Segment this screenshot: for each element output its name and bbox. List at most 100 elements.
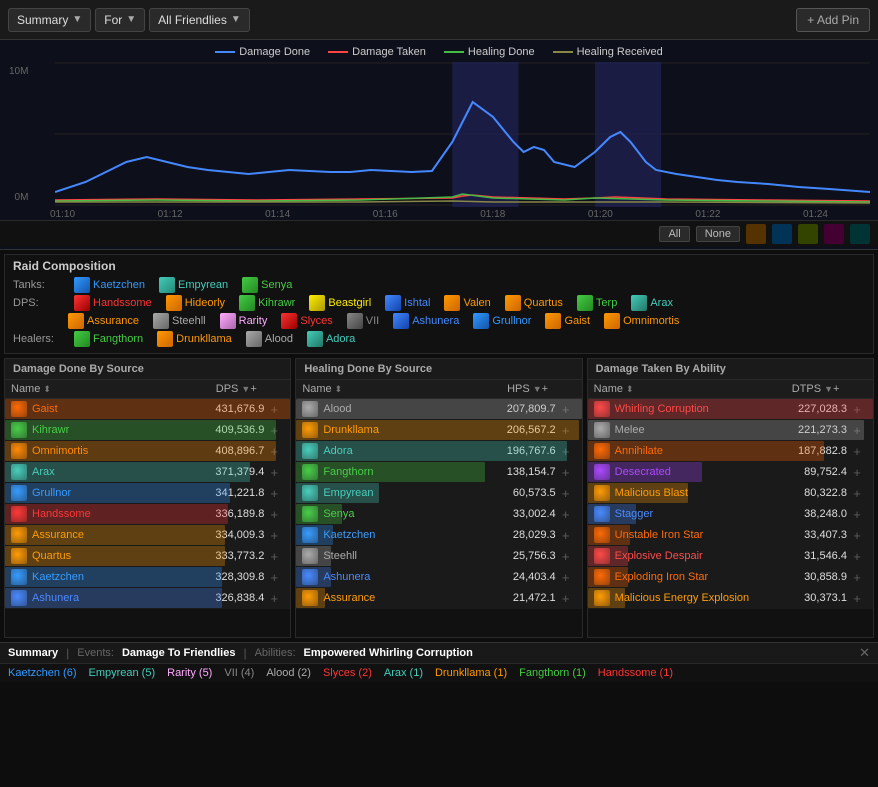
raid-player-beastgirl[interactable]: Beastgirl [309, 295, 371, 311]
filter-icon-4[interactable] [824, 224, 844, 244]
table-row[interactable]: Ashunera24,403.4+ [296, 567, 581, 588]
raid-player-quartus[interactable]: Quartus [505, 295, 563, 311]
damage-done-col-dps[interactable]: DPS ▼ [170, 383, 250, 395]
gaist-icon [545, 313, 561, 329]
table-row[interactable]: Kaetzchen28,029.3+ [296, 525, 581, 546]
raid-player-ashunera[interactable]: Ashunera [393, 313, 459, 329]
filter-all-button[interactable]: All [659, 226, 689, 242]
raid-player-vii[interactable]: VII [347, 313, 379, 329]
raid-player-arax[interactable]: Arax [631, 295, 673, 311]
table-row[interactable]: Kihrawr409,536.9+ [5, 420, 290, 441]
table-row[interactable]: Kaetzchen328,309.8+ [5, 567, 290, 588]
table-row[interactable]: Empyrean60,573.5+ [296, 483, 581, 504]
table-row[interactable]: Quartus333,773.2+ [5, 546, 290, 567]
healing-done-col-hps[interactable]: HPS ▼ [462, 383, 542, 395]
table-row[interactable]: Unstable Iron Star33,407.3+ [588, 525, 873, 546]
table-row[interactable]: Omnimortis408,896.7+ [5, 441, 290, 462]
table-row[interactable]: Annihilate187,882.8+ [588, 441, 873, 462]
raid-player-omnimortis[interactable]: Omnimortis [604, 313, 679, 329]
table-row[interactable]: Fangthorn138,154.7+ [296, 462, 581, 483]
raid-player-slyces[interactable]: Slyces [281, 313, 332, 329]
raid-player-assurance[interactable]: Assurance [68, 313, 139, 329]
table-row[interactable]: Stagger38,248.0+ [588, 504, 873, 525]
bottom-player[interactable]: Fangthorn (1) [519, 667, 586, 679]
row-bar-fill [588, 462, 702, 482]
table-row[interactable]: Melee221,273.3+ [588, 420, 873, 441]
bottom-player[interactable]: Arax (1) [384, 667, 423, 679]
raid-player-grullnor[interactable]: Grullnor [473, 313, 531, 329]
damage-taken-col-dtps[interactable]: DTPS ▼ [753, 383, 833, 395]
ashunera-icon [393, 313, 409, 329]
table-row[interactable]: Grullnor341,221.8+ [5, 483, 290, 504]
bottom-tab-abilities-val[interactable]: Empowered Whirling Corruption [304, 647, 473, 659]
filter-icon-2[interactable] [772, 224, 792, 244]
friendlies-dropdown[interactable]: All Friendlies ▼ [149, 8, 250, 32]
table-row[interactable]: Steehll25,756.3+ [296, 546, 581, 567]
bottom-tab-summary[interactable]: Summary [8, 647, 58, 659]
bottom-player[interactable]: Handssome (1) [598, 667, 673, 679]
bottom-tab-events-val[interactable]: Damage To Friendlies [122, 647, 236, 659]
raid-player-senya[interactable]: Senya [242, 277, 292, 293]
filter-icon-5[interactable] [850, 224, 870, 244]
raid-player-valen[interactable]: Valen [444, 295, 490, 311]
table-row[interactable]: Ashunera326,838.4+ [5, 588, 290, 609]
damage-done-col-name[interactable]: Name ⬍ [11, 383, 170, 395]
for-dropdown[interactable]: For ▼ [95, 8, 145, 32]
table-row[interactable]: Alood207,809.7+ [296, 399, 581, 420]
raid-player-steehll[interactable]: Steehll [153, 313, 206, 329]
legend-healing-received-label: Healing Received [577, 46, 663, 58]
raid-player-adora[interactable]: Adora [307, 331, 355, 347]
table-row[interactable]: Drunkllama206,567.2+ [296, 420, 581, 441]
bottom-player[interactable]: Drunkllama (1) [435, 667, 507, 679]
damage-taken-scroll [853, 383, 867, 395]
kihrawr-name: Kihrawr [258, 297, 295, 309]
damage-taken-col-name[interactable]: Name ⬍ [594, 383, 753, 395]
table-row[interactable]: Whirling Corruption227,028.3+ [588, 399, 873, 420]
table-row[interactable]: Assurance334,009.3+ [5, 525, 290, 546]
table-row[interactable]: Malicious Energy Explosion30,373.1+ [588, 588, 873, 609]
filter-icon-1[interactable] [746, 224, 766, 244]
table-row[interactable]: Explosive Despair31,546.4+ [588, 546, 873, 567]
raid-player-alood[interactable]: Alood [246, 331, 293, 347]
raid-player-empyrean[interactable]: Empyrean [159, 277, 228, 293]
bottom-player[interactable]: Kaetzchen (6) [8, 667, 76, 679]
bottom-close-button[interactable]: ✕ [859, 645, 870, 661]
raid-player-kaetzchen[interactable]: Kaetzchen [74, 277, 145, 293]
bottom-player[interactable]: Rarity (5) [167, 667, 212, 679]
raid-player-handssome[interactable]: Handssome [74, 295, 152, 311]
table-row[interactable]: Senya33,002.4+ [296, 504, 581, 525]
healing-done-col-name[interactable]: Name ⬍ [302, 383, 461, 395]
table-row[interactable]: Malicious Blast80,322.8+ [588, 483, 873, 504]
healing-done-body[interactable]: Alood207,809.7+Drunkllama206,567.2+Adora… [296, 399, 581, 637]
bottom-player[interactable]: Slyces (2) [323, 667, 372, 679]
raid-player-gaist[interactable]: Gaist [545, 313, 590, 329]
summary-dropdown[interactable]: Summary ▼ [8, 8, 91, 32]
table-row[interactable]: Handssome336,189.8+ [5, 504, 290, 525]
damage-done-body[interactable]: Gaist431,676.9+Kihrawr409,536.9+Omnimort… [5, 399, 290, 637]
filter-none-button[interactable]: None [696, 226, 740, 242]
raid-player-kihrawr[interactable]: Kihrawr [239, 295, 295, 311]
damage-taken-body[interactable]: Whirling Corruption227,028.3+Melee221,27… [588, 399, 873, 637]
bottom-player[interactable]: Alood (2) [266, 667, 311, 679]
table-row[interactable]: Gaist431,676.9+ [5, 399, 290, 420]
raid-player-hideorly[interactable]: Hideorly [166, 295, 225, 311]
table-row[interactable]: Adora196,767.6+ [296, 441, 581, 462]
table-row[interactable]: Assurance21,472.1+ [296, 588, 581, 609]
table-row[interactable]: Exploding Iron Star30,858.9+ [588, 567, 873, 588]
vii-icon [347, 313, 363, 329]
row-bar-fill [296, 462, 484, 482]
raid-player-drunkllama[interactable]: Drunkllama [157, 331, 232, 347]
raid-player-fangthorn[interactable]: Fangthorn [74, 331, 143, 347]
table-row[interactable]: Desecrated89,752.4+ [588, 462, 873, 483]
raid-player-ishtal[interactable]: Ishtal [385, 295, 430, 311]
table-row[interactable]: Arax371,379.4+ [5, 462, 290, 483]
add-pin-button[interactable]: + Add Pin [796, 8, 870, 32]
raid-player-terp[interactable]: Terp [577, 295, 617, 311]
raid-player-rarity[interactable]: Rarity [220, 313, 268, 329]
filter-icon-3[interactable] [798, 224, 818, 244]
senya-icon [242, 277, 258, 293]
bottom-player[interactable]: Empyrean (5) [88, 667, 155, 679]
row-bar-fill [5, 441, 276, 461]
ishtal-name: Ishtal [404, 297, 430, 309]
bottom-player[interactable]: VII (4) [224, 667, 254, 679]
